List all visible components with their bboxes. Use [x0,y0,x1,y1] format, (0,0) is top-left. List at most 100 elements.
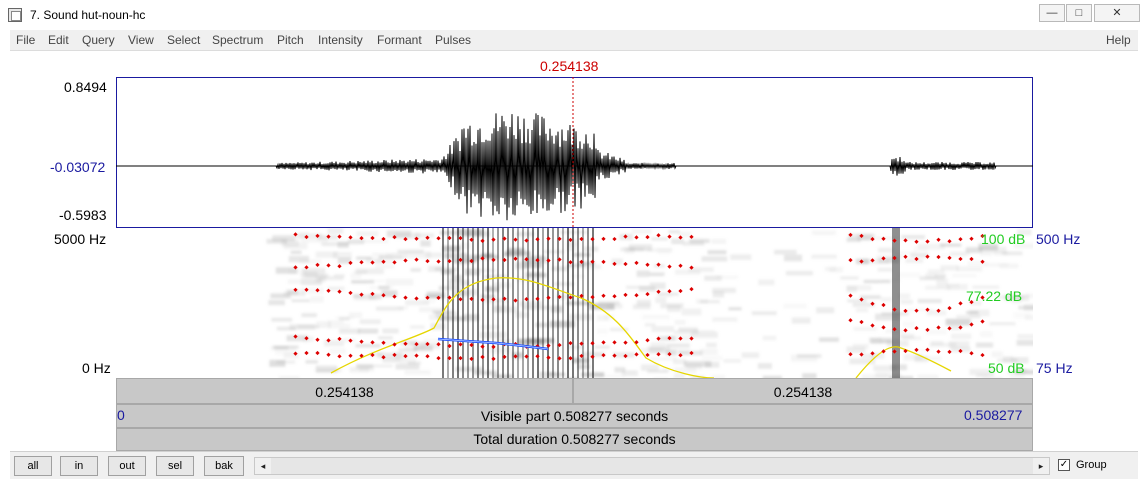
intensity-mid-label: 77.22 dB [966,288,1023,304]
spectrogram-cell [658,292,673,298]
spectrogram-cell [405,251,432,259]
menu-file[interactable]: File [16,33,35,47]
spectrogram-cell [327,320,344,325]
spectrogram-cell [690,331,718,338]
spectrogram-cell [678,327,698,332]
spectrogram-cell [420,240,431,247]
spectrogram-cell [991,351,1003,358]
spectrogram-cell [355,344,381,348]
spectrogram-cell [925,285,951,290]
spectrogram-cell [706,342,717,348]
spectrogram-cell [323,340,345,347]
close-button[interactable]: ✕ [1094,4,1140,22]
spectrogram-cell [852,343,869,350]
spectrogram-cell [283,242,308,250]
spectrogram-cell [321,242,349,246]
spectrogram-cell [448,280,470,286]
spectrogram-striation [452,228,454,378]
group-checkbox[interactable]: ✓ [1058,459,1070,471]
spectrogram-panel[interactable] [116,228,1033,378]
sound-editor-canvas[interactable]: 0.254138 0.8494 -0.03072 -0.5983 5000 Hz… [10,51,1138,451]
menu-intensity[interactable]: Intensity [318,33,363,47]
spectrogram-cell [268,299,285,306]
spectrogram-cell [288,255,310,263]
spectrogram-cell [655,297,667,304]
spectrogram-cell [999,263,1019,269]
maximize-button[interactable]: □ [1066,4,1092,22]
zoom-in-button[interactable]: in [60,456,98,476]
spectrogram-cell [302,336,314,342]
spectrogram-cell [1013,311,1031,319]
zoom-out-button[interactable]: out [108,456,146,476]
spectrogram-cell [291,299,310,303]
spectrogram-striation [507,228,509,378]
spectrogram-striation [472,228,474,378]
spectrogram-cell [301,313,317,318]
segment-left-label: 0.254138 [315,384,374,400]
spectrogram-cell [404,370,431,375]
spectrogram-cell [644,323,656,327]
spectrogram-cell [636,299,651,306]
menu-select[interactable]: Select [167,33,200,47]
spectrogram-cell [979,331,993,338]
spectrogram-cell [728,307,742,311]
spectrogram-cell [701,355,723,361]
scroll-left-icon[interactable]: ◂ [255,458,271,474]
menu-help[interactable]: Help [1106,33,1131,47]
spectrogram-cell [956,266,983,272]
spectrogram-cell [707,250,727,255]
zoom-all-button[interactable]: all [14,456,52,476]
total-duration-bar[interactable]: Total duration 0.508277 seconds [116,428,1033,451]
waveform-panel[interactable] [116,77,1033,228]
spectrogram-cell [649,282,666,290]
spectrogram-cell [723,359,741,363]
window-title: 7. Sound hut-noun-hc [30,8,146,22]
spectrogram-cell [338,317,350,321]
zoom-back-button[interactable]: bak [204,456,244,476]
spectrogram-cell [353,294,377,301]
spectrogram-cell [397,306,408,310]
spectrogram-cell [783,303,807,309]
menu-view[interactable]: View [128,33,154,47]
spectrogram-cell [975,342,994,348]
minimize-button[interactable]: — [1039,4,1065,22]
spectrogram-cell [791,317,811,324]
spectrogram-cell [374,264,395,269]
spectrogram-striation [467,228,469,378]
zoom-selection-button[interactable]: sel [156,456,194,476]
spectrogram-cell [598,301,620,305]
menu-spectrum[interactable]: Spectrum [212,33,263,47]
menu-pitch[interactable]: Pitch [277,33,304,47]
segment-right[interactable]: 0.254138 [573,378,1033,404]
spectrogram-cell [648,271,665,276]
segment-left[interactable]: 0.254138 [116,378,573,404]
spectrogram-cell [348,312,363,318]
spectrogram-cell [901,235,925,240]
spectrogram-striation [567,228,569,378]
menu-edit[interactable]: Edit [48,33,69,47]
horizontal-scrollbar[interactable]: ◂ ▸ [254,457,1050,475]
visible-part-label: Visible part 0.508277 seconds [480,408,669,424]
spectrogram-striation [522,228,524,378]
spectrogram-cell [974,373,988,378]
menu-query[interactable]: Query [82,33,115,47]
spectrogram-cell [572,357,590,364]
spectrogram-cell [275,267,298,274]
spectrogram-cell [358,328,379,334]
menu-formant[interactable]: Formant [377,33,422,47]
spectrogram-cell [596,328,609,335]
menu-pulses[interactable]: Pulses [435,33,471,47]
spectrogram-cell [751,311,777,316]
spectrogram-cell [900,299,914,305]
scroll-right-icon[interactable]: ▸ [1033,458,1049,474]
spectrogram-cell [386,230,412,238]
spectrogram-cell [419,307,446,313]
pitch-top-label: 500 Hz [1036,231,1081,247]
spectrogram-cell [681,308,702,316]
visible-part-bar[interactable]: Visible part 0.508277 seconds [116,404,1033,428]
spectrogram-cell [365,258,384,264]
spectrogram-cell [700,348,718,355]
spectrogram-striation [562,228,564,378]
spectrogram-cell [936,278,949,285]
spectrogram-striation [487,228,489,378]
